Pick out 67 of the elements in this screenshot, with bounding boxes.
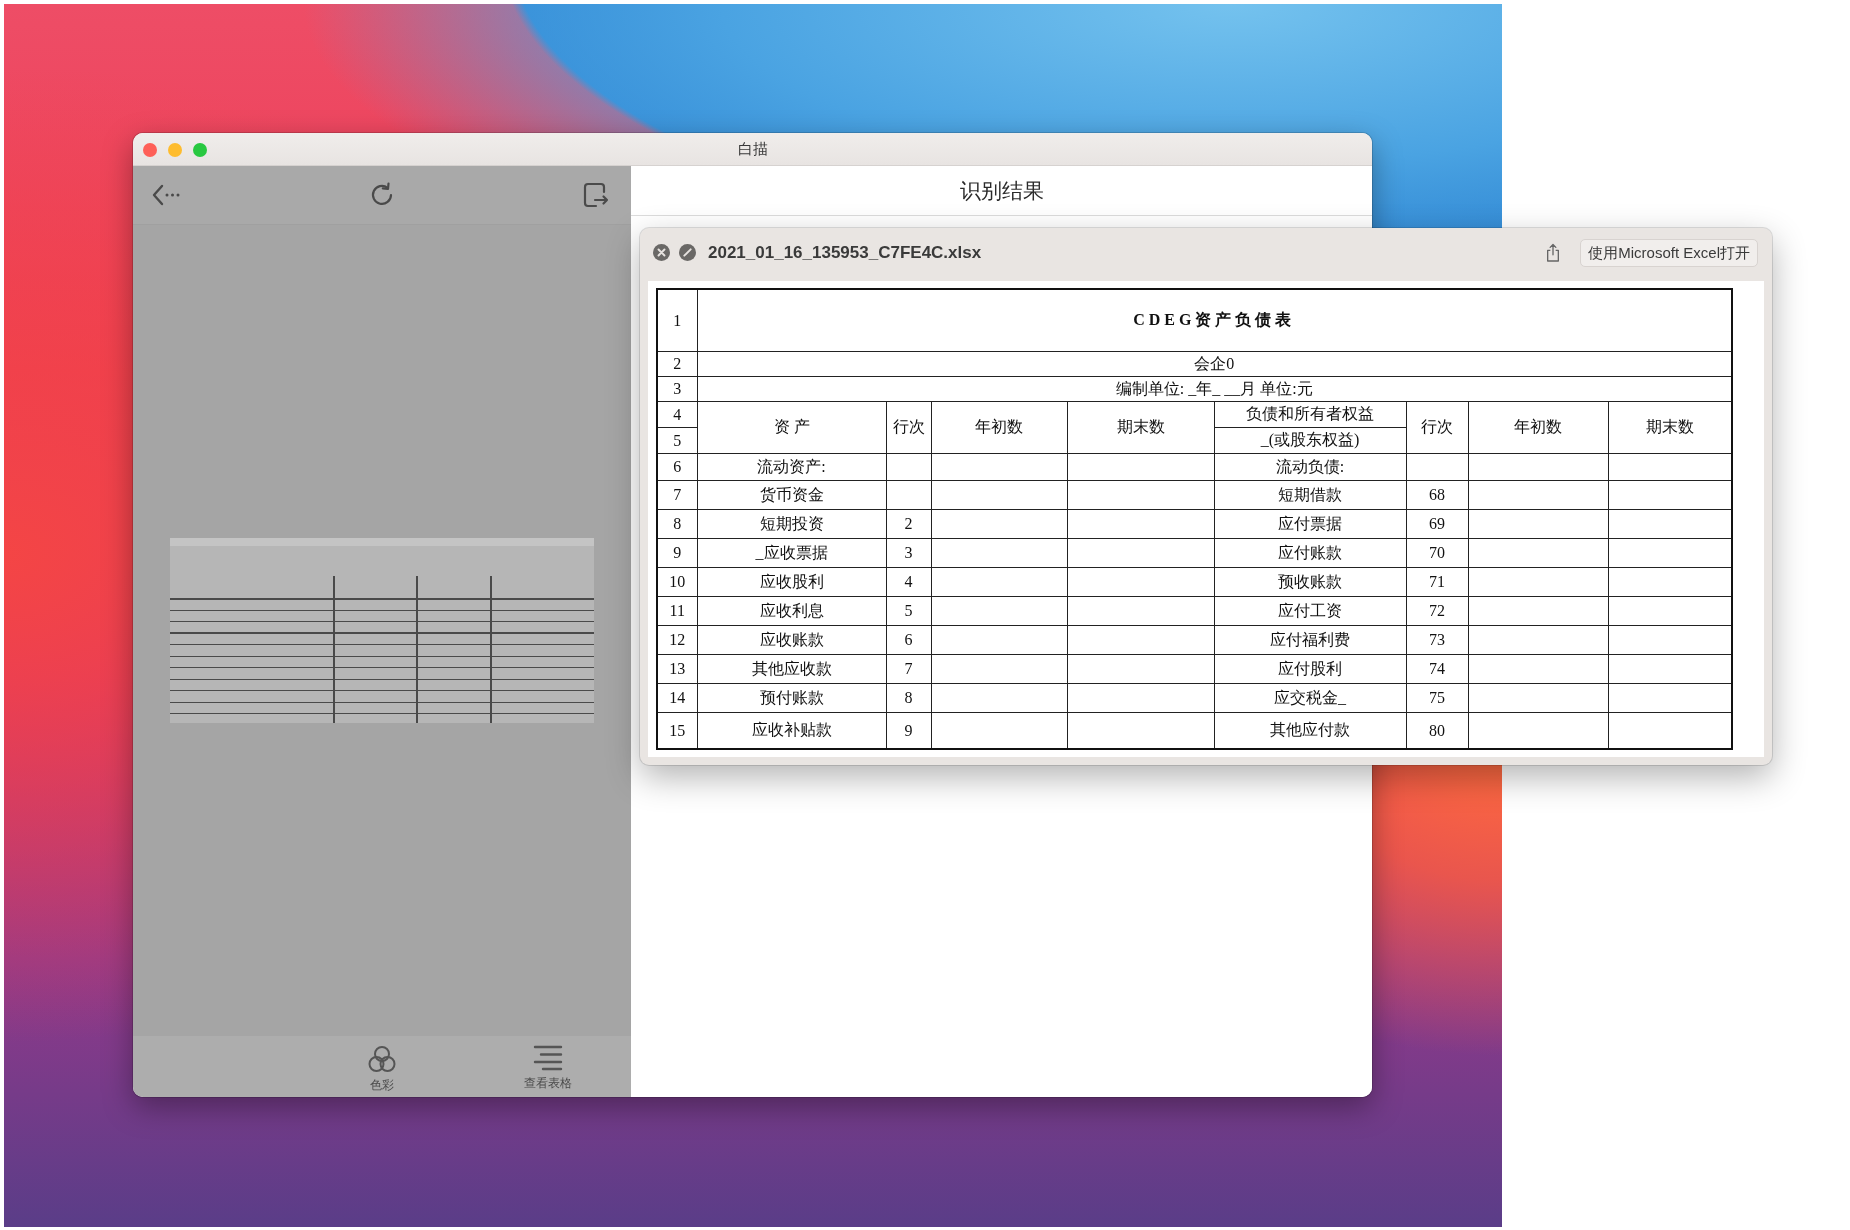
table-cell: 其他应收款 xyxy=(697,654,886,684)
toolbar-button[interactable]: 查看表格 xyxy=(524,1036,572,1097)
table-cell: 71 xyxy=(1406,567,1468,597)
table-cell: 应交税金_ xyxy=(1214,683,1406,713)
table-cell: 68 xyxy=(1406,480,1468,510)
row-number: 1 xyxy=(657,289,697,352)
row-number: 7 xyxy=(657,480,697,510)
table-cell: 应收利息 xyxy=(697,596,886,626)
table-cell: 75 xyxy=(1406,683,1468,713)
open-with-button[interactable]: 使用Microsoft Excel打开 xyxy=(1580,238,1758,267)
column-header: 行次 xyxy=(886,401,931,454)
row-number: 2 xyxy=(657,351,697,377)
column-header: 负债和所有者权益 xyxy=(1214,401,1406,428)
column-header: 行次 xyxy=(1406,401,1468,454)
row-number: 3 xyxy=(657,376,697,402)
table-cell: 应付账款 xyxy=(1214,538,1406,568)
row-number: 6 xyxy=(657,453,697,481)
table-cell: 74 xyxy=(1406,654,1468,684)
row-number: 12 xyxy=(657,625,697,655)
file-name: 2021_01_16_135953_C7FE4C.xlsx xyxy=(708,242,982,263)
table-cell: 应付票据 xyxy=(1214,509,1406,539)
table-cell: 73 xyxy=(1406,625,1468,655)
table-cell: 流动负债: xyxy=(1214,453,1406,481)
table-cell: 69 xyxy=(1406,509,1468,539)
table-cell: 短期投资 xyxy=(697,509,886,539)
table-cell: 3 xyxy=(886,538,931,568)
lines-icon xyxy=(533,1045,563,1071)
table-cell: 8 xyxy=(886,683,931,713)
row-number: 10 xyxy=(657,567,697,597)
table-cell: 应付股利 xyxy=(1214,654,1406,684)
table-cell: 4 xyxy=(886,567,931,597)
table-cell: 应收股利 xyxy=(697,567,886,597)
row-number: 8 xyxy=(657,509,697,539)
column-header: 期末数 xyxy=(1067,401,1214,454)
row-number: 13 xyxy=(657,654,697,684)
row-number: 4 xyxy=(657,401,697,428)
table-cell: 货币资金 xyxy=(697,480,886,510)
slash-circle-icon[interactable] xyxy=(679,244,696,261)
table-cell: 7 xyxy=(886,654,931,684)
column-header: 年初数 xyxy=(1468,401,1608,454)
three-circles-icon xyxy=(367,1045,397,1073)
row-number: 11 xyxy=(657,596,697,626)
table-cell: 6 xyxy=(886,625,931,655)
panel-title: 识别结果 xyxy=(631,166,1372,216)
column-header: 资 产 xyxy=(697,401,886,454)
table-cell: 应收账款 xyxy=(697,625,886,655)
row-number: 14 xyxy=(657,683,697,713)
table-cell: 预收账款 xyxy=(1214,567,1406,597)
back-icon[interactable] xyxy=(152,184,180,206)
table-cell: 5 xyxy=(886,596,931,626)
table-cell: _应收票据 xyxy=(697,538,886,568)
column-header: 年初数 xyxy=(931,401,1067,454)
table-cell: 预付账款 xyxy=(697,683,886,713)
table-cell: 应付福利费 xyxy=(1214,625,1406,655)
table-cell: 70 xyxy=(1406,538,1468,568)
row-number: 9 xyxy=(657,538,697,568)
toolbar-button[interactable]: 色彩 xyxy=(367,1036,397,1097)
window-title: 白描 xyxy=(737,139,768,159)
close-icon[interactable] xyxy=(653,244,670,261)
close-icon[interactable] xyxy=(143,143,157,157)
table-cell: 72 xyxy=(1406,596,1468,626)
share-icon[interactable] xyxy=(1545,242,1562,263)
table-cell: 短期借款 xyxy=(1214,480,1406,510)
table-cell: 应付工资 xyxy=(1214,596,1406,626)
table-cell: 流动资产: xyxy=(697,453,886,481)
table-cell: 2 xyxy=(886,509,931,539)
export-icon[interactable] xyxy=(583,182,609,208)
